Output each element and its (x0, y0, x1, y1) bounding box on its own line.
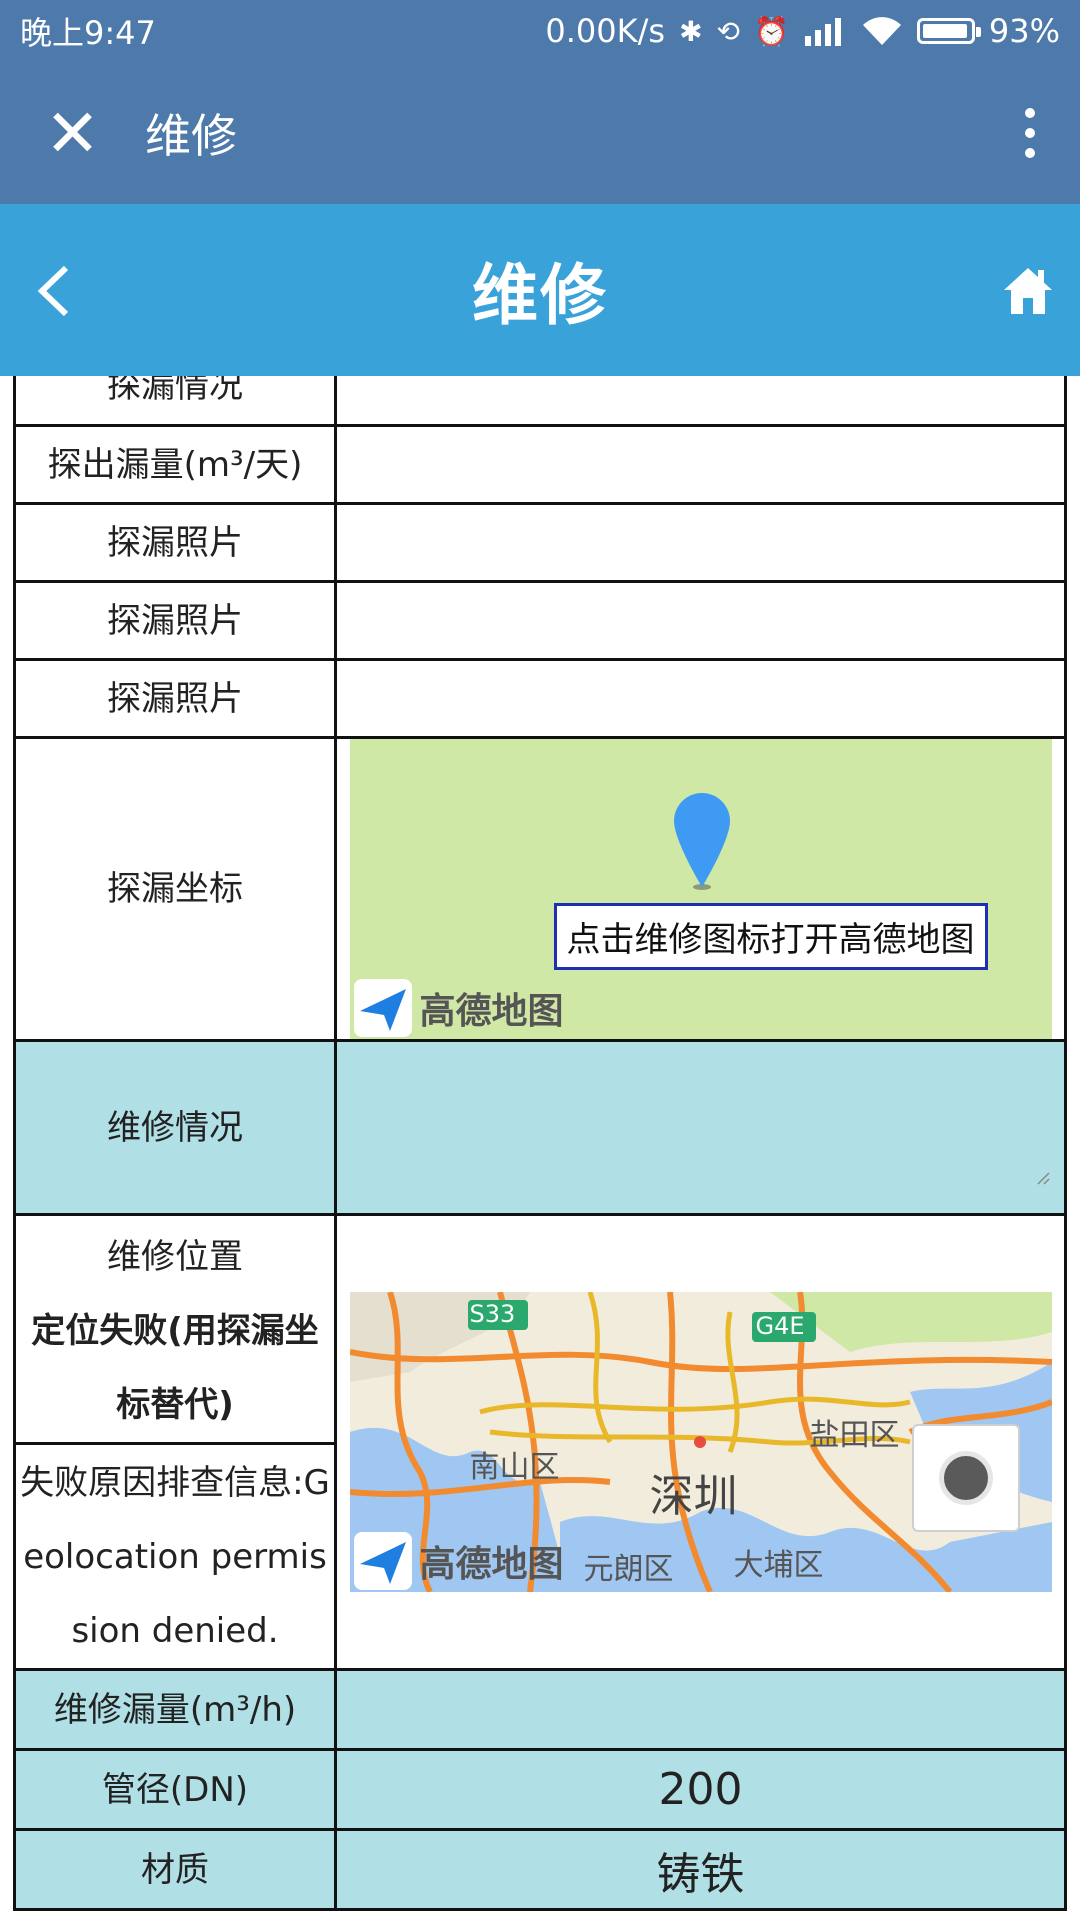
map-logo: 高德地图 (353, 979, 564, 1037)
wechat-title: 维修 (145, 109, 237, 163)
row-label: 管径(DN) (13, 1748, 337, 1831)
amap-logo-icon (353, 979, 412, 1037)
map-label-yantian: 盐田区 (809, 1418, 900, 1453)
map-label-shenzhen: 深圳 (649, 1471, 738, 1522)
pipe-dn-value[interactable]: 200 (334, 1748, 1067, 1831)
form-content: 探漏情况 探出漏量(m³/天) 探漏照片 探漏照片 探漏照片 探漏坐标 点击维修… (0, 376, 1080, 1920)
photo-cell[interactable] (334, 658, 1067, 739)
signal-icon (804, 18, 841, 46)
page-title: 维修 (472, 257, 608, 334)
amap-logo-icon (353, 1532, 412, 1590)
table-row: 探漏照片 (13, 658, 1067, 739)
row-label: 维修情况 (13, 1039, 337, 1216)
photo-cell[interactable] (334, 502, 1067, 583)
row-label: 材质 (13, 1828, 337, 1911)
map-label-nanshan: 南山区 (469, 1450, 560, 1485)
alarm-icon: ⏰ (754, 14, 789, 48)
status-time: 晚上9:47 (20, 14, 156, 52)
battery-percent: 93% (988, 12, 1060, 50)
wechat-nav-bar: ✕ 维修 (0, 62, 1080, 204)
row-value (334, 376, 1067, 427)
repair-form-table: 探漏情况 探出漏量(m³/天) 探漏照片 探漏照片 探漏照片 探漏坐标 点击维修… (13, 376, 1067, 1911)
repair-map-cell: S33 G4E 盐田区 南山区 深圳 元朗区 大埔区 高德地图 (334, 1213, 1067, 1671)
repair-leak-input[interactable] (334, 1668, 1067, 1751)
resize-handle-icon[interactable] (1036, 1171, 1050, 1185)
bluetooth-icon: ✱ (679, 14, 703, 48)
locate-icon (938, 1451, 993, 1505)
table-row: 管径(DN) 200 (13, 1748, 1067, 1831)
row-label: 探漏照片 (13, 580, 337, 661)
close-icon[interactable]: ✕ (0, 62, 145, 204)
row-label: 探出漏量(m³/天) (13, 424, 337, 505)
detect-map[interactable]: 点击维修图标打开高德地图 高德地图 (349, 739, 1052, 1039)
map-label-yuenlong: 元朗区 (583, 1552, 674, 1587)
repair-map[interactable]: S33 G4E 盐田区 南山区 深圳 元朗区 大埔区 高德地图 (349, 1292, 1052, 1592)
status-bar: 晚上9:47 0.00K/s ✱ ⟲ ⏰ 93% (0, 0, 1080, 62)
row-label: 维修漏量(m³/h) (13, 1668, 337, 1751)
table-row: 维修情况 (13, 1039, 1067, 1216)
map-label-taipo: 大埔区 (733, 1548, 824, 1583)
locate-button[interactable] (911, 1424, 1020, 1532)
row-label: 探漏情况 (13, 376, 337, 427)
map-label-g4e: G4E (755, 1312, 805, 1340)
status-icons: 0.00K/s ✱ ⟲ ⏰ 93% (545, 12, 1060, 50)
row-label: 探漏坐标 (13, 736, 337, 1042)
table-row: 探出漏量(m³/天) (13, 424, 1067, 505)
table-row: 维修漏量(m³/h) (13, 1668, 1067, 1751)
table-row: 探漏照片 (13, 580, 1067, 661)
table-row: 维修位置 定位失败(用探漏坐标替代) S33 G4E 盐田区 南山区 深圳 元朗… (13, 1213, 1067, 1671)
row-label: 探漏照片 (13, 502, 337, 583)
table-row: 材质 铸铁 (13, 1828, 1067, 1911)
chevron-left-icon[interactable] (26, 254, 86, 324)
network-speed: 0.00K/s (545, 12, 666, 50)
wifi-icon (862, 17, 901, 45)
detect-map-cell: 点击维修图标打开高德地图 高德地图 (334, 736, 1067, 1042)
map-label-s33: S33 (469, 1300, 516, 1328)
more-vertical-icon[interactable] (980, 62, 1080, 204)
material-value[interactable]: 铸铁 (334, 1828, 1067, 1911)
rotation-lock-icon: ⟲ (716, 14, 740, 48)
home-icon[interactable] (1002, 264, 1054, 316)
map-logo-text: 高德地图 (419, 991, 564, 1032)
table-row: 探漏坐标 点击维修图标打开高德地图 高德地图 (13, 736, 1067, 1042)
map-hint[interactable]: 点击维修图标打开高德地图 (553, 903, 988, 970)
table-row: 探漏照片 (13, 502, 1067, 583)
photo-cell[interactable] (334, 580, 1067, 661)
map-logo-text: 高德地图 (419, 1544, 564, 1585)
row-label: 维修位置 (107, 1237, 243, 1277)
battery-icon (916, 18, 981, 44)
page-header: 维修 (0, 204, 1080, 376)
row-label: 探漏照片 (13, 658, 337, 739)
repair-status-input[interactable] (334, 1039, 1067, 1216)
row-value (334, 424, 1067, 505)
table-row: 探漏情况 (13, 376, 1067, 427)
repair-location-label-cell: 维修位置 定位失败(用探漏坐标替代) (13, 1213, 337, 1445)
fail-reason: 失败原因排查信息:Geolocation permission denied. (13, 1442, 337, 1671)
map-pin-icon[interactable] (672, 791, 732, 891)
map-logo: 高德地图 (353, 1532, 564, 1590)
location-fail-text: 定位失败(用探漏坐标替代) (31, 1311, 319, 1425)
